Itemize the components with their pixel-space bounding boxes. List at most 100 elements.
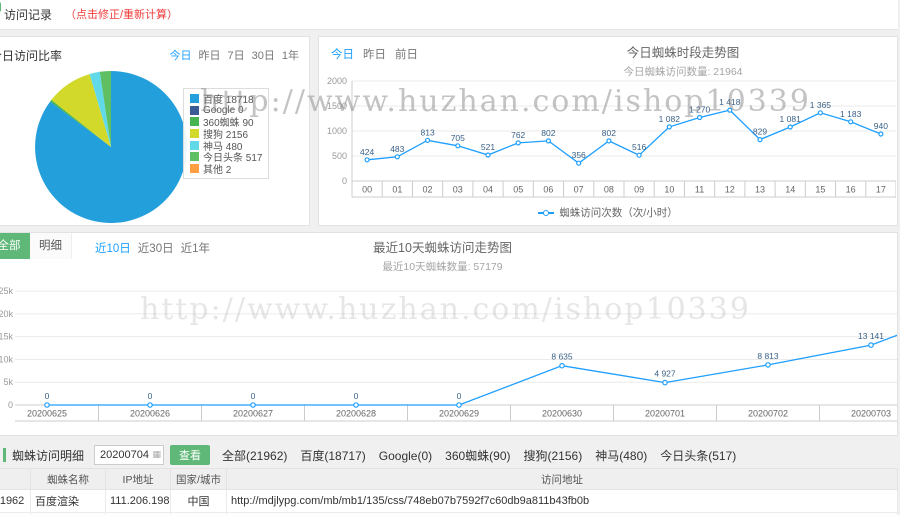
hourly-range-link-0[interactable]: 今日 [331, 49, 354, 61]
daily-tabs: 全部 明细 [0, 233, 72, 259]
top-charts-row: 今日访问比率 今日昨日7日30日1年 百度 18718Google 0360蜘蛛… [0, 36, 898, 226]
pie-panel: 今日访问比率 今日昨日7日30日1年 百度 18718Google 0360蜘蛛… [0, 36, 310, 226]
svg-text:25k: 25k [0, 286, 13, 296]
svg-text:8 635: 8 635 [551, 352, 573, 362]
pie-legend-item-6[interactable]: 其他 2 [190, 163, 262, 176]
calendar-icon: ▦ [152, 449, 162, 459]
hourly-spider-line-chart: 050010001500200000 01 02 03 04 05 06 07 08 09 10 11… [327, 76, 896, 198]
svg-text:20200701: 20200701 [645, 409, 685, 419]
svg-text:1 365: 1 365 [810, 100, 832, 110]
svg-text:802: 802 [541, 128, 555, 138]
svg-text:01: 01 [392, 185, 402, 195]
hourly-chart-title: 今日蜘蛛时段走势图 [626, 46, 740, 60]
daily-range-link-2[interactable]: 近1年 [181, 243, 210, 255]
svg-text:08: 08 [604, 185, 614, 195]
svg-text:02: 02 [423, 185, 433, 195]
svg-text:20200630: 20200630 [542, 409, 582, 419]
svg-text:15: 15 [815, 185, 825, 195]
hourly-panel: 今日 昨日 前日 今日蜘蛛时段走势图 今日蜘蛛访问数量: 21964 0 500 100… [318, 36, 898, 226]
svg-text:4 927: 4 927 [654, 369, 676, 379]
svg-text:8 813: 8 813 [757, 351, 779, 361]
date-field-wrap: ▦ [94, 445, 165, 465]
svg-text:516: 516 [632, 142, 646, 152]
svg-text:10: 10 [664, 185, 674, 195]
svg-text:06: 06 [543, 185, 553, 195]
svg-text:1000: 1000 [327, 126, 347, 136]
recalculate-link[interactable]: （点击修正/重新计算） [65, 0, 178, 30]
line-series-icon [538, 210, 555, 217]
cell-country: 中国 [170, 489, 227, 513]
tab-all[interactable]: 全部 [0, 233, 30, 259]
table-header-0 [0, 468, 31, 490]
tab-visit-records[interactable]: 访问记录 [4, 0, 52, 30]
daily-range-links: 近10日 近30日 近1年 [88, 240, 210, 256]
pie-legend: 百度 18718 Google 0 360蜘蛛 90 搜狗 2156 神马 480 今日头… [183, 88, 270, 180]
svg-text:14: 14 [785, 185, 795, 195]
svg-text:5k: 5k [3, 377, 13, 387]
ten-day-spider-line-chart: 0 5k 10k 15k 20k 25k 20200625 20200626 20200627 2… [0, 286, 897, 422]
svg-text:20k: 20k [0, 309, 13, 319]
table-header-4: 访问地址 [226, 468, 898, 490]
daily-chart-subtitle: 最近10天蜘蛛数量: 57179 [382, 261, 503, 273]
svg-text:10k: 10k [0, 354, 13, 364]
legend-label: 其他 2 [203, 164, 232, 176]
svg-text:15k: 15k [0, 332, 13, 342]
spider-filter-1[interactable]: 百度(18717) [300, 449, 365, 463]
svg-text:356: 356 [572, 150, 586, 160]
svg-text:705: 705 [451, 133, 465, 143]
table-header-1: 蜘蛛名称 [30, 468, 106, 490]
svg-text:1 082: 1 082 [659, 114, 681, 124]
view-button[interactable]: 查看 [170, 445, 211, 465]
svg-text:20200702: 20200702 [748, 409, 788, 419]
spider-filter-6[interactable]: 今日头条(517) [660, 449, 736, 463]
svg-text:00: 00 [362, 185, 372, 195]
hourly-chart-legend[interactable]: 蜘蛛访问次数（次/小时） [319, 205, 897, 220]
tab-detail[interactable]: 明细 [30, 233, 72, 259]
svg-text:0: 0 [148, 391, 153, 401]
table-row[interactable]: 21962百度渲染111.206.198.14中国http://mdjlypg.… [0, 489, 898, 513]
spider-filter-5[interactable]: 神马(480) [595, 449, 647, 463]
svg-text:500: 500 [332, 151, 347, 161]
dashboard-page: 访问记录 （点击修正/重新计算） 今日访问比率 今日昨日7日30日1年 百度 1… [0, 0, 900, 515]
cell-ip: 111.206.198.14 [105, 489, 171, 513]
spider-filter-0[interactable]: 全部(21962) [222, 449, 287, 463]
details-section-title: 蜘蛛访问明细 [12, 448, 85, 463]
hourly-legend-label: 蜘蛛访问次数（次/小时） [559, 207, 678, 219]
svg-text:09: 09 [634, 185, 644, 195]
svg-text:20200628: 20200628 [336, 409, 376, 419]
legend-swatch [190, 163, 199, 173]
svg-text:17: 17 [876, 185, 886, 195]
svg-text:1 418: 1 418 [719, 97, 741, 107]
hourly-range-link-1[interactable]: 昨日 [363, 49, 386, 61]
svg-text:13: 13 [755, 185, 765, 195]
svg-text:0: 0 [342, 176, 347, 186]
hourly-range-links: 今日 昨日 前日 [331, 46, 427, 62]
svg-text:0: 0 [354, 391, 359, 401]
svg-text:1 270: 1 270 [689, 105, 711, 115]
legend-swatch [190, 129, 199, 139]
daily-range-link-1[interactable]: 近30日 [138, 243, 174, 255]
spider-filter-2[interactable]: Google(0) [379, 449, 432, 463]
svg-text:0: 0 [8, 400, 13, 410]
cell-name: 百度渲染 [30, 489, 106, 513]
spider-filters: 全部(21962) 百度(18717) Google(0) 360蜘蛛(90) 搜狗(2… [222, 447, 749, 464]
spider-filter-3[interactable]: 360蜘蛛(90) [445, 449, 510, 463]
svg-text:12: 12 [725, 185, 735, 195]
svg-text:0: 0 [251, 391, 256, 401]
content: 访问记录 （点击修正/重新计算） 今日访问比率 今日昨日7日30日1年 百度 1… [0, 0, 898, 515]
hourly-range-link-2[interactable]: 前日 [395, 49, 418, 61]
daily-range-link-0[interactable]: 近10日 [95, 243, 131, 255]
legend-swatch [190, 117, 199, 127]
svg-text:829: 829 [753, 127, 767, 137]
svg-text:20200629: 20200629 [439, 409, 479, 419]
svg-text:16: 16 [846, 185, 856, 195]
legend-swatch [190, 94, 199, 104]
cell-url[interactable]: http://mdjlypg.com/mb/mb1/135/css/748eb0… [226, 489, 898, 513]
section-accent-bar [3, 448, 6, 462]
pie-legend-item-0[interactable]: 百度 18718 [190, 93, 262, 106]
svg-text:1 081: 1 081 [780, 114, 802, 124]
details-toolbar: 蜘蛛访问明细 ▦ 查看 全部(21962) 百度(18717) Google(0) 3… [0, 442, 898, 468]
spider-filter-4[interactable]: 搜狗(2156) [524, 449, 583, 463]
svg-text:20200703: 20200703 [851, 409, 891, 419]
table-header-row: 蜘蛛名称 IP地址 国家/城市 访问地址 [0, 468, 898, 490]
